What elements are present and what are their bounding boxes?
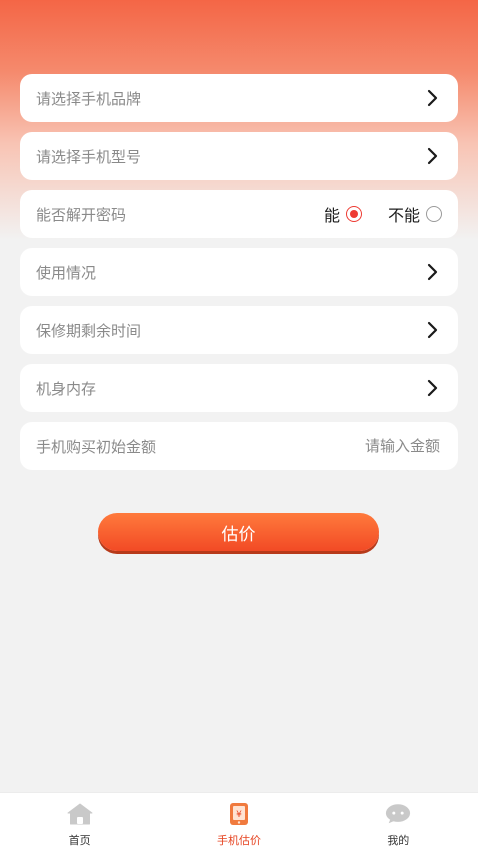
unlock-option-no[interactable]: 不能 bbox=[388, 202, 442, 226]
bottom-tab-bar: 首页 ¥ 手机估价 我的 bbox=[0, 792, 478, 850]
svg-text:¥: ¥ bbox=[236, 810, 242, 820]
unlock-option-yes[interactable]: 能 bbox=[324, 202, 362, 226]
chevron-right-icon bbox=[426, 321, 440, 339]
tab-phone-estimate-label: 手机估价 bbox=[216, 834, 261, 847]
purchase-price-input[interactable] bbox=[310, 437, 440, 455]
unlock-password-row: 能否解开密码 能 不能 bbox=[20, 190, 458, 238]
tab-home[interactable]: 首页 bbox=[0, 793, 159, 850]
purchase-price-row: 手机购买初始金额 bbox=[20, 422, 458, 470]
select-model-row[interactable]: 请选择手机型号 bbox=[20, 132, 458, 180]
tab-mine[interactable]: 我的 bbox=[319, 793, 478, 850]
phone-price-icon: ¥ bbox=[226, 802, 252, 826]
chevron-right-icon bbox=[426, 379, 440, 397]
unlock-option-no-label: 不能 bbox=[387, 206, 420, 225]
tab-home-label: 首页 bbox=[68, 834, 91, 847]
select-model-label: 请选择手机型号 bbox=[36, 147, 142, 166]
warranty-row[interactable]: 保修期剩余时间 bbox=[20, 306, 458, 354]
unlock-password-label: 能否解开密码 bbox=[36, 205, 127, 224]
select-brand-label: 请选择手机品牌 bbox=[36, 89, 142, 108]
chevron-right-icon bbox=[426, 89, 440, 107]
select-brand-row[interactable]: 请选择手机品牌 bbox=[20, 74, 458, 122]
home-icon bbox=[67, 802, 93, 826]
warranty-label: 保修期剩余时间 bbox=[36, 321, 142, 340]
radio-selected-icon[interactable] bbox=[345, 206, 362, 222]
tab-phone-estimate[interactable]: ¥ 手机估价 bbox=[159, 793, 318, 850]
estimate-form: 请选择手机品牌 请选择手机型号 能否解开密码 能 不能 使用情况 保修期剩余时间 bbox=[20, 74, 458, 480]
storage-label: 机身内存 bbox=[36, 379, 97, 398]
storage-row[interactable]: 机身内存 bbox=[20, 364, 458, 412]
chat-icon bbox=[385, 802, 411, 826]
usage-label: 使用情况 bbox=[36, 263, 97, 282]
purchase-price-label: 手机购买初始金额 bbox=[36, 437, 157, 456]
chevron-right-icon bbox=[426, 147, 440, 165]
chevron-right-icon bbox=[426, 263, 440, 281]
estimate-button[interactable]: 估价 bbox=[98, 513, 379, 551]
unlock-option-yes-label: 能 bbox=[323, 206, 340, 225]
tab-mine-label: 我的 bbox=[387, 834, 410, 847]
usage-row[interactable]: 使用情况 bbox=[20, 248, 458, 296]
radio-unselected-icon[interactable] bbox=[426, 206, 442, 222]
